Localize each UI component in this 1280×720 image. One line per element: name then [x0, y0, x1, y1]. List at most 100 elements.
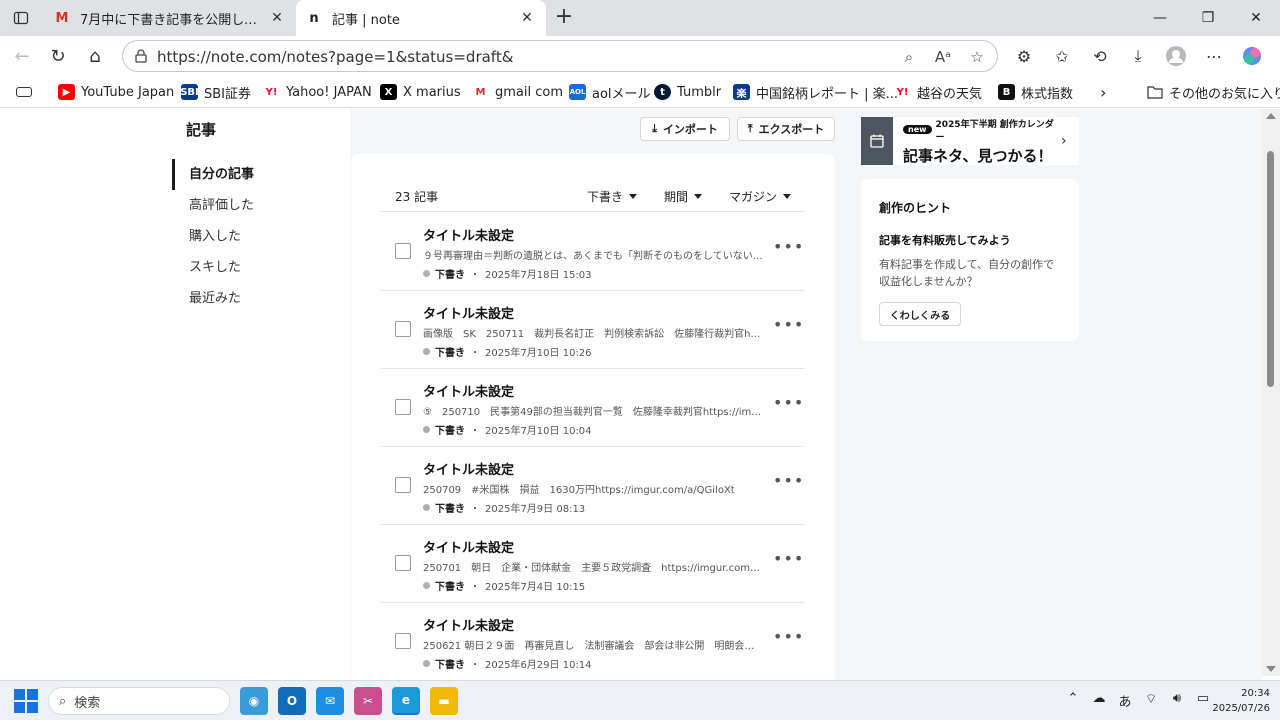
scroll-up-icon[interactable] — [1266, 113, 1276, 119]
tab-gmail[interactable]: M 7月中に下書き記事を公開して、すっき ✕ — [44, 0, 296, 36]
widgets-icon[interactable]: ◉ — [240, 687, 268, 715]
hint-description: 有料記事を作成して、自分の創作で収益化しませんか？ — [879, 258, 1055, 288]
more-options-icon[interactable]: ••• — [773, 315, 804, 334]
chevron-right-icon: › — [1061, 133, 1067, 149]
bookmark-index[interactable]: B 株式指数 — [998, 82, 1073, 102]
site-info-icon[interactable] — [133, 48, 149, 64]
snipping-tool-icon[interactable]: ✂ — [354, 687, 382, 715]
minimize-icon[interactable]: — — [1136, 0, 1184, 36]
select-checkbox[interactable] — [395, 555, 411, 571]
taskbar-search[interactable]: ⌕ 検索 — [48, 687, 230, 715]
home-icon[interactable]: ⌂ — [83, 44, 107, 68]
outlook-new-icon[interactable]: ✉ — [316, 687, 344, 715]
select-checkbox[interactable] — [395, 477, 411, 493]
learn-more-button[interactable]: くわしくみる — [879, 302, 961, 326]
list-item[interactable]: タイトル未設定 250701 朝日 企業・団体献金 主要５政党調査 https:… — [381, 525, 805, 603]
bookmark-weather[interactable]: Y! 越谷の天気 — [894, 82, 982, 102]
back-icon[interactable]: ← — [10, 44, 34, 68]
bookmark-china-report[interactable]: 楽中国銘柄レポート | 楽... — [733, 82, 898, 102]
history-icon[interactable]: ⟲ — [1088, 44, 1112, 68]
more-options-icon[interactable]: ••• — [773, 471, 804, 490]
more-options-icon[interactable]: ••• — [773, 549, 804, 568]
favorite-star-icon[interactable]: ☆ — [965, 45, 989, 69]
nav-purchased[interactable]: 購入した — [172, 221, 254, 252]
bookmark-gmail[interactable]: Mgmail com — [472, 82, 564, 102]
item-title[interactable]: タイトル未設定 — [423, 381, 514, 400]
close-window-icon[interactable]: ✕ — [1232, 0, 1280, 36]
bookmark-aol[interactable]: AOL aolメール — [569, 82, 651, 102]
zoom-icon[interactable]: ⌕ — [897, 45, 921, 69]
clock[interactable]: 20:34 2025/07/26 — [1206, 686, 1270, 716]
more-options-icon[interactable]: ••• — [773, 237, 804, 256]
new-tab-icon[interactable]: + — [552, 6, 576, 30]
calendar-banner[interactable]: new 2025年下半期 創作カレンダー 記事ネタ、見つかる！ › — [861, 117, 1079, 165]
period-filter[interactable]: 期間 — [664, 188, 703, 205]
item-title[interactable]: タイトル未設定 — [423, 303, 514, 322]
nav-suki[interactable]: スキした — [172, 252, 254, 283]
select-checkbox[interactable] — [395, 399, 411, 415]
scroll-thumb[interactable] — [1267, 151, 1274, 387]
profile-avatar-icon[interactable] — [1164, 44, 1188, 68]
bookmark-youtube[interactable]: ▶ YouTube Japan — [58, 82, 174, 102]
item-status: 下書き — [435, 270, 465, 281]
close-tab-icon[interactable]: ✕ — [268, 9, 286, 27]
aol-icon: AOL — [569, 84, 586, 100]
export-button[interactable]: ⤒ エクスポート — [737, 117, 835, 141]
item-title[interactable]: タイトル未設定 — [423, 615, 514, 634]
scroll-down-icon[interactable] — [1266, 666, 1276, 672]
item-title[interactable]: タイトル未設定 — [423, 225, 514, 244]
close-tab-icon[interactable]: ✕ — [518, 9, 536, 27]
onedrive-icon[interactable]: ☁ — [1090, 691, 1108, 710]
search-placeholder: 検索 — [74, 695, 101, 711]
nav-my-articles[interactable]: 自分の記事 — [172, 159, 254, 190]
list-item[interactable]: タイトル未設定 画像版 SK 250711 裁判長名訂正 判例検索訴訟 佐藤隆行… — [381, 291, 805, 369]
more-options-icon[interactable]: ••• — [773, 627, 804, 646]
more-menu-icon[interactable]: ⋯ — [1202, 44, 1226, 68]
refresh-icon[interactable]: ↻ — [46, 44, 70, 68]
restore-icon[interactable]: ❐ — [1184, 0, 1232, 36]
list-item[interactable]: タイトル未設定 ９号再審理由＝判断の遺脱とは、あくまでも「判断そのものをしていな… — [381, 213, 805, 291]
list-item[interactable]: タイトル未設定 250709 #米国株 損益 1630万円https://img… — [381, 447, 805, 525]
item-title[interactable]: タイトル未設定 — [423, 537, 514, 556]
tab-actions-icon[interactable] — [8, 6, 34, 30]
status-filter[interactable]: 下書き — [587, 188, 638, 205]
download-icon[interactable]: ⤓ — [1126, 44, 1150, 68]
magazine-filter[interactable]: マガジン — [729, 188, 792, 205]
address-bar[interactable]: https://note.com/notes?page=1&status=dra… — [122, 40, 998, 72]
list-item[interactable]: タイトル未設定 ⑤ 250710 民事第49部の担当裁判官一覧 佐藤隆幸裁判官h… — [381, 369, 805, 447]
read-aloud-icon[interactable]: Aᵃ — [931, 45, 955, 69]
bookmarks-overflow-icon[interactable]: › — [1100, 82, 1106, 102]
show-hidden-icons-icon[interactable]: ⌃ — [1064, 691, 1082, 710]
page-scrollbar[interactable] — [1262, 109, 1280, 676]
ime-indicator[interactable]: あ — [1116, 691, 1134, 710]
copilot-icon[interactable] — [1240, 44, 1264, 68]
nav-recent[interactable]: 最近みた — [172, 283, 254, 314]
select-checkbox[interactable] — [395, 243, 411, 259]
list-item[interactable]: タイトル未設定 250621 朝日２９面 再審見直し 法制審議会 部会は非公開 … — [381, 603, 805, 681]
item-title[interactable]: タイトル未設定 — [423, 459, 514, 478]
tab-note[interactable]: n 記事 | note ✕ — [296, 0, 546, 36]
other-favorites[interactable]: その他のお気に入り — [1146, 82, 1280, 102]
nav-liked[interactable]: 高評価した — [172, 190, 254, 221]
magazine-filter-label: マガジン — [729, 190, 778, 204]
import-button[interactable]: ⤓ インポート — [640, 117, 730, 141]
select-checkbox[interactable] — [395, 633, 411, 649]
reading-list-icon[interactable] — [16, 82, 38, 102]
file-explorer-icon[interactable]: ▬ — [430, 687, 458, 715]
volume-icon[interactable]: 🔊︎ — [1168, 691, 1186, 710]
favorites-icon[interactable]: ✩ — [1050, 44, 1074, 68]
extensions-icon[interactable]: ⚙ — [1012, 44, 1036, 68]
bookmark-x[interactable]: X X marius — [380, 82, 461, 102]
bookmark-sbi[interactable]: SBI SBI証券 — [180, 82, 251, 102]
item-meta: 下書き・ 2025年7月18日 15:03 — [423, 266, 592, 281]
bookmark-tumblr[interactable]: t Tumblr — [654, 82, 721, 102]
export-icon: ⤒ — [747, 122, 753, 135]
select-checkbox[interactable] — [395, 321, 411, 337]
item-excerpt: 250709 #米国株 損益 1630万円https://imgur.com/a… — [423, 485, 735, 496]
more-options-icon[interactable]: ••• — [773, 393, 804, 412]
edge-icon[interactable]: e — [392, 687, 420, 715]
wifi-icon[interactable]: ⌔ — [1142, 691, 1160, 710]
windows-start-icon[interactable] — [14, 689, 38, 713]
bookmark-yahoo[interactable]: Y! Yahoo! JAPAN — [263, 82, 372, 102]
outlook-icon[interactable]: O — [278, 687, 306, 715]
